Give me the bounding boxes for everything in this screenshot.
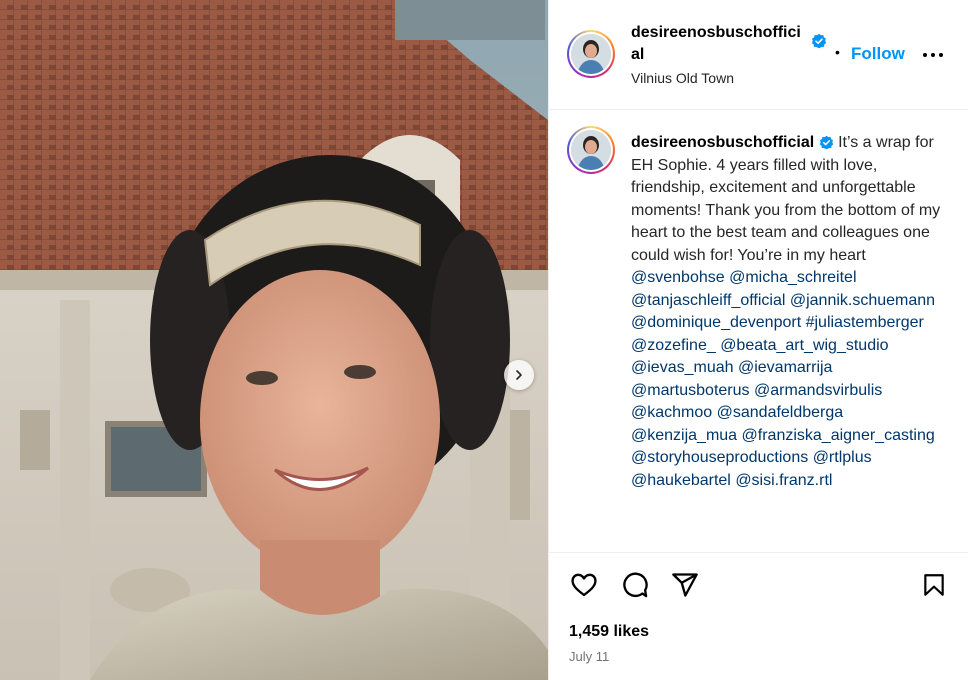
post-photo (0, 0, 548, 680)
avatar-portrait (571, 130, 611, 170)
caption-mention-link[interactable]: @storyhouseproductions (631, 449, 808, 466)
post-date[interactable]: July 11 (569, 649, 609, 664)
post-caption: desireenosbuschofficial It’s a wrap for … (631, 132, 951, 492)
caption-mention-link[interactable]: @ievas_muah (631, 359, 734, 376)
caption-text: It’s a wrap for EH Sophie. 4 years fille… (631, 134, 941, 264)
post-location[interactable]: Vilnius Old Town (631, 70, 734, 86)
verified-badge-icon (819, 136, 833, 150)
like-count[interactable]: 1,459 likes (569, 623, 649, 641)
author-avatar[interactable] (567, 30, 615, 78)
caption-mention-link[interactable]: #juliastemberger (806, 314, 924, 331)
paper-plane-icon[interactable] (671, 571, 699, 599)
chevron-right-icon (516, 370, 522, 380)
author-username[interactable]: desireenosbuschofficial (631, 22, 807, 66)
comment-icon[interactable] (621, 571, 649, 599)
caption-mentions: @svenbohse @micha_schreitel @tanjaschlei… (631, 269, 935, 489)
bookmark-icon[interactable] (921, 571, 947, 599)
caption-mention-link[interactable]: @tanjaschleiff_official (631, 292, 785, 309)
caption-mention-link[interactable]: @kachmoo (631, 404, 712, 421)
caption-mention-link[interactable]: @franziska_aigner_casting (742, 427, 935, 444)
post-header: desireenosbuschofficial • Follow Vilnius… (549, 0, 968, 110)
caption-mention-link[interactable]: @kenzija_mua (631, 427, 737, 444)
more-options-icon[interactable] (921, 50, 945, 60)
caption-mention-link[interactable]: @rtlplus (813, 449, 872, 466)
caption-avatar[interactable] (567, 126, 615, 174)
caption-mention-link[interactable]: @sisi.franz.rtl (735, 472, 832, 489)
verified-badge-icon (811, 33, 827, 49)
caption-mention-link[interactable]: @martusboterus (631, 382, 750, 399)
post-side-panel: desireenosbuschofficial • Follow Vilnius… (548, 0, 968, 680)
caption-mention-link[interactable]: @armandsvirbulis (754, 382, 882, 399)
avatar-portrait (571, 34, 611, 74)
caption-mention-link[interactable]: @beata_art_wig_studio (720, 337, 888, 354)
heart-icon[interactable] (569, 571, 599, 599)
caption-mention-link[interactable]: @haukebartel (631, 472, 731, 489)
separator-dot: • (835, 44, 840, 60)
post-image[interactable] (0, 0, 548, 680)
caption-area: desireenosbuschofficial It’s a wrap for … (549, 110, 968, 552)
caption-mention-link[interactable]: @micha_schreitel (729, 269, 856, 286)
caption-mention-link[interactable]: @zozefine_ (631, 337, 716, 354)
follow-button[interactable]: Follow (851, 44, 905, 64)
carousel-next-button[interactable] (504, 360, 534, 390)
caption-mention-link[interactable]: @dominique_devenport (631, 314, 801, 331)
post-actions: 1,459 likes July 11 (549, 552, 968, 680)
caption-mention-link[interactable]: @sandafeldberga (717, 404, 844, 421)
caption-username[interactable]: desireenosbuschofficial (631, 134, 814, 151)
caption-mention-link[interactable]: @jannik.schuemann (790, 292, 935, 309)
caption-mention-link[interactable]: @svenbohse (631, 269, 725, 286)
caption-mention-link[interactable]: @ievamarrija (738, 359, 832, 376)
